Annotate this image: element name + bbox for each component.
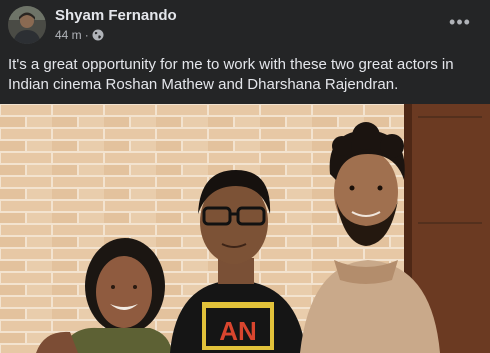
meta-separator: · [84,28,89,42]
shirt-print: AN [219,316,257,346]
post-meta: 44 m · [55,27,104,43]
author-avatar[interactable] [8,6,46,44]
post-photo[interactable]: AN [0,104,490,353]
globe-icon[interactable] [92,29,104,41]
post-text: It's a great opportunity for me to work … [8,56,454,93]
more-options-icon[interactable]: ••• [448,12,472,32]
author-name[interactable]: Shyam Fernando [55,7,177,24]
post-time[interactable]: 44 m [55,28,82,42]
post-header: Shyam Fernando 44 m · ••• [0,0,490,50]
